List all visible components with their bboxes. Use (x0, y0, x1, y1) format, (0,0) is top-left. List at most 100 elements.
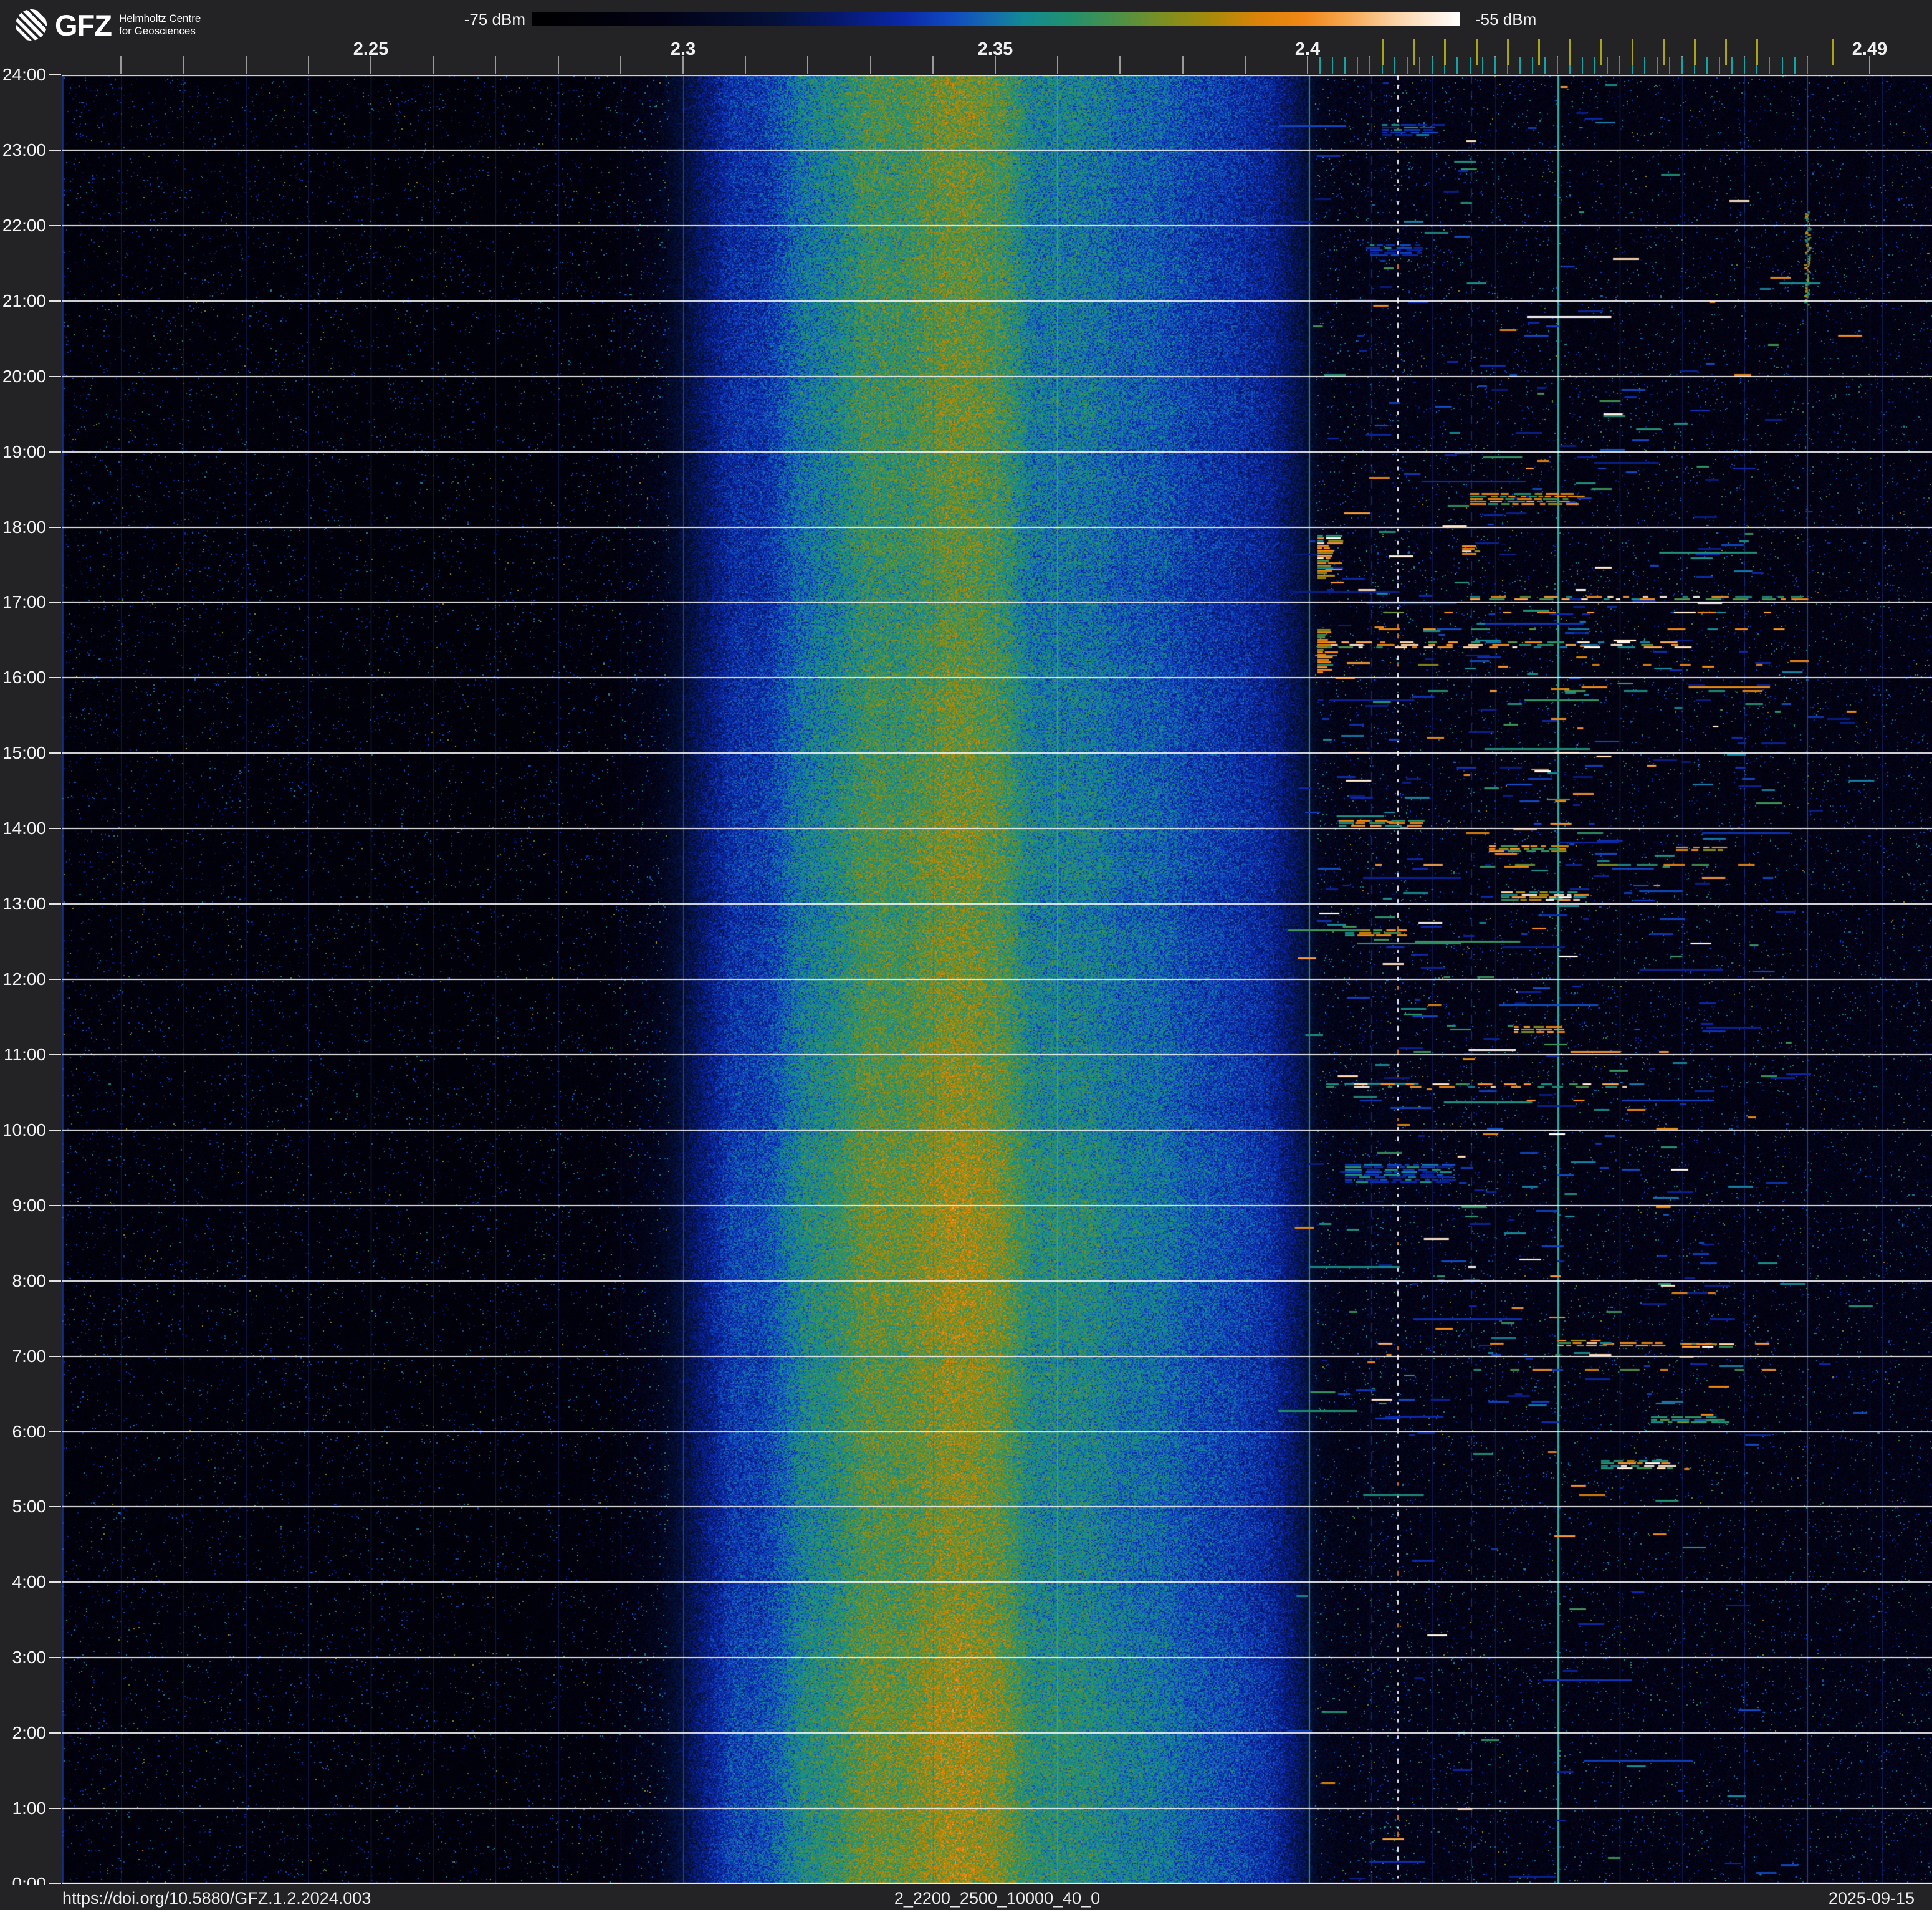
freq-tick (120, 56, 122, 74)
gfz-subtitle: Helmholtz Centre for Geosciences (119, 12, 201, 38)
time-axis-tick (49, 979, 61, 980)
time-axis-tick (49, 1054, 61, 1055)
time-axis-label: 24:00 (2, 65, 46, 84)
time-axis-label: 14:00 (2, 818, 46, 838)
ble-channel-tick (1607, 57, 1608, 74)
wifi-channel-tick (1756, 39, 1758, 65)
time-axis-tick (49, 1732, 61, 1734)
ble-channel-tick (1731, 57, 1733, 74)
time-axis-label: 20:00 (2, 367, 46, 386)
freq-tick (932, 56, 934, 74)
spectrogram-canvas (62, 75, 1932, 1884)
gfz-acronym: GFZ (55, 8, 112, 42)
dataset-filename: 2_2200_2500_10000_40_0 (894, 1889, 1101, 1908)
time-axis-label: 10:00 (2, 1120, 46, 1140)
ble-channel-tick (1744, 57, 1745, 74)
freq-tick (745, 56, 746, 74)
time-axis-tick (49, 1506, 61, 1507)
time-axis-tick (49, 74, 61, 75)
wifi-channel-tick (1632, 39, 1633, 65)
freq-tick (433, 56, 434, 74)
freq-tick (308, 56, 309, 74)
ble-channel-tick (1719, 57, 1720, 74)
gfz-brand: GFZ Helmholtz Centre for Geosciences (15, 9, 201, 41)
wifi-channel-tick (1694, 39, 1696, 65)
time-axis-label: 21:00 (2, 291, 46, 310)
spectrogram-page: GFZ Helmholtz Centre for Geosciences -75… (0, 0, 1932, 1910)
freq-tick (1869, 56, 1870, 74)
ble-channel-tick (1619, 57, 1620, 74)
ble-channel-tick (1494, 57, 1496, 74)
freq-tick (1119, 56, 1121, 74)
colorbar-min-label: -75 dBm (464, 10, 525, 29)
time-axis-label: 23:00 (2, 140, 46, 160)
freq-tick (1307, 56, 1308, 74)
ble-channel-tick (1782, 57, 1783, 74)
status-bar: https://doi.org/10.5880/GFZ.1.2.2024.003… (0, 1885, 1932, 1910)
ble-channel-tick (1456, 57, 1458, 74)
wifi-channel-tick (1600, 39, 1602, 65)
date-label: 2025-09-15 (1828, 1889, 1915, 1908)
ble-channel-tick (1394, 57, 1395, 74)
wifi-channel-tick (1725, 39, 1727, 65)
ble-channel-tick (1470, 57, 1471, 74)
gfz-logo-icon (16, 9, 47, 41)
ble-channel-tick (1344, 57, 1346, 74)
ble-channel-tick (1332, 57, 1333, 74)
time-axis-label: 8:00 (12, 1271, 47, 1290)
time-axis-label: 18:00 (2, 517, 46, 537)
time-axis-label: 4:00 (12, 1572, 47, 1591)
ble-channel-tick (1706, 57, 1708, 74)
colorbar-max-label: -55 dBm (1475, 10, 1537, 29)
gfz-subtitle-line2: for Geosciences (118, 25, 196, 37)
time-axis-tick (49, 1356, 61, 1357)
wifi-channel-tick (1444, 39, 1446, 65)
ble-channel-tick (1407, 57, 1408, 74)
time-axis-label: 7:00 (12, 1346, 47, 1366)
time-axis-tick (49, 1581, 61, 1583)
time-axis-tick (49, 828, 61, 829)
time-axis-label: 9:00 (12, 1196, 47, 1215)
time-axis-tick (49, 677, 61, 678)
time-axis-tick (49, 451, 61, 453)
time-axis-label: 3:00 (12, 1648, 47, 1667)
power-colorbar (532, 12, 1460, 26)
ble-channel-tick (1769, 57, 1770, 74)
wifi-channel-tick (1413, 39, 1415, 65)
time-axis-tick (49, 1280, 61, 1282)
freq-tick (558, 56, 559, 74)
time-axis-tick (49, 527, 61, 528)
ble-channel-tick (1669, 57, 1670, 74)
ble-channel-tick (1357, 57, 1358, 74)
wifi-channel-tick (1382, 39, 1384, 65)
time-axis-label: 2:00 (12, 1723, 47, 1742)
time-axis-label: 13:00 (2, 894, 46, 913)
time-axis-tick (49, 1205, 61, 1206)
freq-tick (1182, 56, 1184, 74)
freq-tick (1057, 56, 1058, 74)
wifi-channel-tick (1538, 39, 1540, 65)
ble-channel-tick (1681, 57, 1683, 74)
ble-channel-tick (1369, 57, 1370, 74)
freq-tick (682, 56, 684, 74)
ble-channel-tick (1794, 57, 1796, 74)
freq-tick (620, 56, 621, 74)
ble-channel-tick (1482, 57, 1483, 74)
wifi-channel-tick (1507, 39, 1509, 65)
ble-channel-tick (1582, 57, 1583, 74)
freq-tick (807, 56, 808, 74)
time-axis-label: 17:00 (2, 592, 46, 612)
ble-channel-tick (1594, 57, 1595, 74)
wifi-channel-tick (1569, 39, 1571, 65)
time-axis-label: 11:00 (4, 1045, 46, 1064)
freq-tick (1245, 56, 1246, 74)
wifi-channel-tick (1663, 39, 1665, 65)
time-axis-label: 1:00 (12, 1798, 47, 1818)
freq-tick (183, 56, 184, 74)
time-axis-tick (49, 376, 61, 377)
ble-channel-tick (1519, 57, 1521, 74)
time-axis-tick (49, 903, 61, 905)
wifi-channel-tick (1832, 39, 1834, 65)
time-axis-tick (49, 602, 61, 603)
time-axis-label: 12:00 (2, 969, 46, 989)
